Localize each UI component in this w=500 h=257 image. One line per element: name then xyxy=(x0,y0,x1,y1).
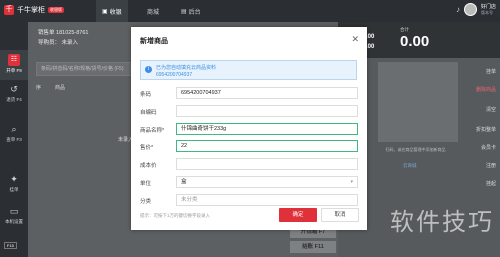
info-tip: i 已为您自动填充云商品资料 6954200704937 xyxy=(140,60,357,80)
amount-value: 0.00 xyxy=(400,33,430,50)
product-name-field[interactable]: 什锦曲奇饼干233g xyxy=(176,123,358,135)
account-area[interactable]: ♪ 好门店 版本号 xyxy=(456,3,496,16)
bell-icon[interactable]: ♪ xyxy=(456,5,460,14)
sidebar-item-hold[interactable]: ✦ 挂单 xyxy=(0,170,28,200)
sidebar: ☷ 开单 F9 ↺ 退货 F4 ⌕ 查单 F3 ✦ 挂单 ▭ 本机设置 F15 xyxy=(0,22,28,257)
store-version: 版本号 xyxy=(480,9,493,15)
nav-mall[interactable]: 商城 xyxy=(147,0,159,22)
cart-icon: ☷ xyxy=(8,54,20,66)
side-link-member[interactable]: 会员卡 xyxy=(481,144,496,151)
table-header: 序 商品 xyxy=(36,84,65,91)
unit-select[interactable]: 盒 ▾ xyxy=(176,176,358,188)
checkout-button[interactable]: 结账 F11 xyxy=(290,241,336,253)
nav-cashier[interactable]: ▣ 收银 xyxy=(96,0,128,22)
top-bar: 千 千牛掌柜 收银版 ▣ 收银 商城 ▤ 后台 ♪ 好门店 版本号 xyxy=(0,0,500,22)
cashier-icon: ▣ xyxy=(102,8,108,15)
logo-badge: 收银版 xyxy=(48,7,64,13)
side-link-suspend[interactable]: 挂起 xyxy=(486,180,496,187)
nav-mall-label: 商城 xyxy=(147,9,160,16)
category-select[interactable]: 未分类 xyxy=(176,194,358,206)
side-link-register[interactable]: 注册 xyxy=(486,162,496,169)
barcode-label: 条码 xyxy=(140,92,152,98)
barcode-field[interactable]: 6954200704937 xyxy=(176,87,358,99)
side-link-clear[interactable]: 清空 xyxy=(486,106,496,113)
illustration xyxy=(378,62,458,142)
cost-label: 成本价 xyxy=(140,163,157,169)
hint-text: 提示：可按下1万的键切换字段录入 xyxy=(140,213,211,218)
sidebar-item-label: 挂单 xyxy=(9,187,19,192)
sidebar-item-label: 开单 F9 xyxy=(6,68,22,73)
cost-field[interactable] xyxy=(176,158,358,170)
custom-code-label: 自编码 xyxy=(140,110,157,116)
watermark-text: 软件技巧 xyxy=(390,208,494,236)
dialog-title: 新增商品 xyxy=(140,38,168,45)
nav-cashier-label: 收银 xyxy=(109,9,122,16)
side-link-delete[interactable]: 删除商品 xyxy=(476,86,496,93)
col-no: 序 xyxy=(36,85,42,91)
monitor-icon: ▭ xyxy=(9,206,19,216)
price-field[interactable]: 22 xyxy=(176,140,358,152)
bulb-icon: ✦ xyxy=(10,174,18,184)
close-icon[interactable]: ✕ xyxy=(351,34,359,45)
info-icon: i xyxy=(145,66,152,73)
tip-line1: 已为您自动填充云商品资料 xyxy=(156,65,217,71)
logo-text: 千牛掌柜 xyxy=(17,7,45,14)
sidebar-item-settings[interactable]: ▭ 本机设置 xyxy=(0,202,28,232)
stat-qty: .00 xyxy=(366,34,375,40)
category-label: 分类 xyxy=(140,199,152,205)
right-message: 扫码，或在商品管理中添加新商品 xyxy=(385,147,446,152)
sidebar-item-label: 本机设置 xyxy=(5,219,23,224)
store-name: 好门店 xyxy=(480,3,496,10)
return-icon: ↺ xyxy=(10,84,18,94)
search-icon: ⌕ xyxy=(11,124,17,134)
unit-label: 单位 xyxy=(140,181,152,187)
store-info: 好门店 版本号 xyxy=(481,4,496,16)
cancel-button[interactable]: 取消 xyxy=(321,208,359,222)
sidebar-item-label: 查单 F3 xyxy=(6,137,22,142)
order-info: 销售单 181025-8761 导购员： 未录入 xyxy=(38,28,88,48)
sidebar-item-checkout[interactable]: ☷ 开单 F9 xyxy=(0,50,28,80)
side-link-hold[interactable]: 挂单 xyxy=(486,68,496,75)
order-number: 销售单 181025-8761 xyxy=(38,30,89,36)
add-product-dialog: 新增商品 ✕ i 已为您自动填充云商品资料 6954200704937 条码 6… xyxy=(131,27,367,230)
nav-admin[interactable]: ▤ 后台 xyxy=(181,0,201,22)
price-label: 售价* xyxy=(140,145,154,151)
chevron-down-icon: ▾ xyxy=(350,179,353,185)
tip-line2: 6954200704937 xyxy=(156,72,193,78)
nav-admin-label: 后台 xyxy=(188,9,201,16)
custom-code-field[interactable] xyxy=(176,105,358,117)
logo: 千 千牛掌柜 收银版 xyxy=(4,5,64,15)
sidebar-item-return[interactable]: ↺ 退货 F4 xyxy=(0,80,28,110)
logo-icon: 千 xyxy=(4,5,14,15)
sidebar-item-query[interactable]: ⌕ 查单 F3 xyxy=(0,120,28,150)
confirm-button[interactable]: 确定 xyxy=(279,208,317,222)
right-link[interactable]: 云商城 xyxy=(403,163,417,169)
sidebar-item-label: 退货 F4 xyxy=(6,97,22,102)
col-name: 商品 xyxy=(55,85,66,91)
version-tag: F15 xyxy=(4,242,17,249)
avatar[interactable] xyxy=(463,3,477,16)
guide-info: 导购员： 未录入 xyxy=(38,40,79,46)
stat-discount: .00 xyxy=(366,44,375,50)
product-name-label: 商品名称* xyxy=(140,128,165,134)
admin-icon: ▤ xyxy=(181,8,187,15)
unit-value: 盒 xyxy=(181,179,187,185)
side-link-discount[interactable]: 折扣整单 xyxy=(476,126,496,133)
